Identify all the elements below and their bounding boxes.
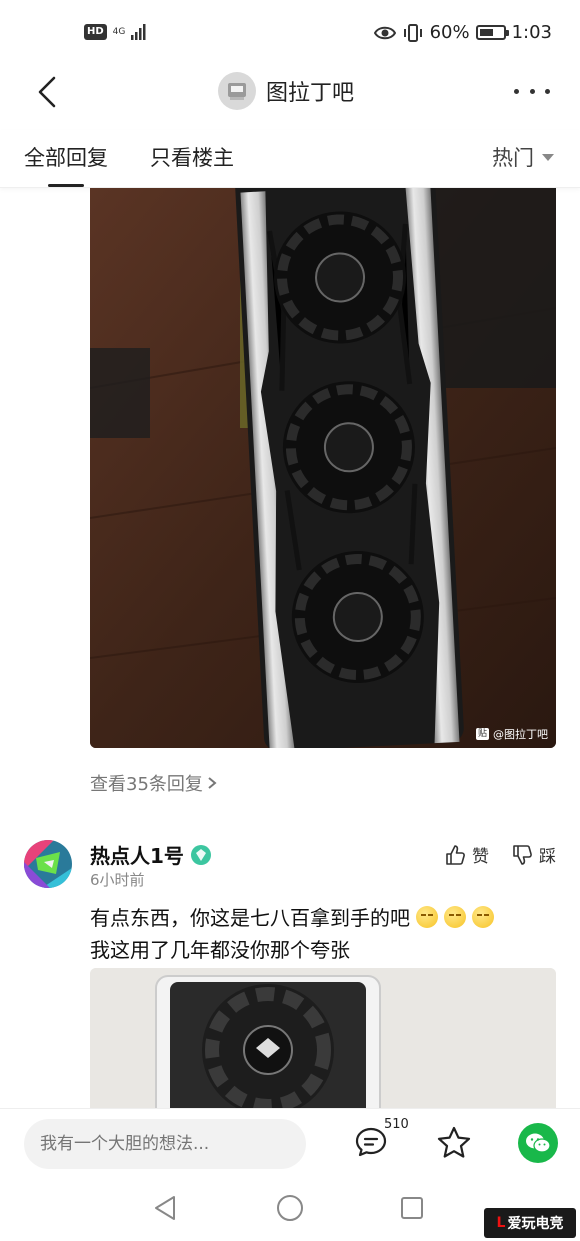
comments-button[interactable]: [354, 1125, 388, 1159]
comment-line-2: 我这用了几年都没你那个夸张: [90, 938, 350, 962]
reply-bar: 510: [0, 1108, 580, 1178]
graphics-card-photo: [90, 188, 556, 748]
comment-text: 有点东西，你这是七八百拿到手的吧 我这用了几年都没你那个夸张: [90, 902, 560, 966]
comment-author[interactable]: 热点人1号: [90, 840, 212, 869]
favorite-button[interactable]: [436, 1125, 472, 1161]
reply-tabs: 全部回复 只看楼主 热门: [0, 130, 580, 188]
like-label: 赞: [472, 847, 489, 867]
thumbs-up-icon: [446, 844, 465, 865]
tieba-mark: 贴: [475, 728, 489, 740]
post-image[interactable]: 贴 @图拉丁吧: [90, 188, 556, 748]
forum-logo-icon: [228, 83, 246, 100]
star-icon: [437, 1126, 471, 1158]
smile-emoji-icon: [416, 906, 438, 928]
wechat-icon: [526, 1133, 551, 1153]
site-watermark-logo: L 爱玩电竞: [484, 1208, 576, 1238]
status-left: HD 4G: [84, 24, 147, 40]
triangle-back-icon: [155, 1196, 175, 1220]
system-nav-bar: L 爱玩电竞: [0, 1180, 580, 1241]
comment-time: 6小时前: [90, 871, 145, 889]
reply-input[interactable]: [24, 1119, 306, 1169]
status-right: 60% 1:03: [373, 22, 552, 43]
hd-icon: HD: [84, 24, 107, 40]
nav-back-button[interactable]: [152, 1194, 178, 1226]
square-recents-icon: [401, 1197, 423, 1219]
more-dot: [545, 88, 550, 94]
comment-line-1: 有点东西，你这是七八百拿到手的吧: [90, 906, 410, 930]
tab-all-replies[interactable]: 全部回复: [24, 142, 108, 187]
image-watermark: 贴 @图拉丁吧: [475, 726, 548, 742]
chat-bubble-icon: [355, 1127, 387, 1157]
more-dot: [514, 88, 519, 94]
comment-actions: 赞 踩: [444, 842, 556, 867]
smile-emoji-icon: [472, 906, 494, 928]
smile-emoji-icon: [444, 906, 466, 928]
back-button[interactable]: [30, 74, 64, 110]
nav-home-button[interactable]: [276, 1194, 304, 1226]
graphics-card-photo: [90, 968, 556, 1118]
battery-percent: 60%: [429, 22, 470, 43]
battery-icon: [475, 25, 509, 40]
view-replies-label: 查看35条回复: [90, 774, 203, 795]
like-button[interactable]: 赞: [444, 842, 489, 867]
username: 热点人1号: [90, 844, 184, 868]
comment-image[interactable]: [90, 968, 556, 1118]
more-button[interactable]: [514, 78, 550, 104]
forum-header[interactable]: 图拉丁吧: [218, 72, 354, 110]
watermark-text: @图拉丁吧: [493, 728, 548, 741]
circle-home-icon: [277, 1195, 303, 1221]
comment-count: 510: [384, 1117, 409, 1132]
clock: 1:03: [511, 22, 552, 43]
forum-avatar: [218, 72, 256, 110]
dislike-label: 踩: [539, 847, 556, 867]
chevron-left-icon: [38, 76, 56, 108]
forum-name: 图拉丁吧: [266, 81, 355, 106]
signal-icon: [131, 24, 146, 40]
wechat-share-button[interactable]: [518, 1123, 558, 1163]
thumbs-down-icon: [513, 844, 532, 865]
nav-recents-button[interactable]: [400, 1196, 424, 1224]
view-replies-link[interactable]: 查看35条回复: [90, 770, 217, 796]
title-bar: 图拉丁吧: [0, 66, 580, 118]
dislike-button[interactable]: 踩: [511, 842, 556, 867]
vibrate-icon: [403, 23, 422, 42]
caret-down-icon: [542, 153, 554, 161]
eye-icon: [373, 26, 396, 39]
more-dot: [529, 88, 535, 94]
avatar[interactable]: [24, 840, 72, 888]
sort-label: 热门: [492, 146, 534, 170]
status-bar: HD 4G 60% 1:03: [0, 0, 580, 66]
verified-badge-icon: [190, 844, 211, 865]
sort-dropdown[interactable]: 热门: [492, 142, 554, 172]
chevron-right-icon: [208, 777, 217, 789]
avatar-image: [24, 840, 72, 888]
tab-owner-only[interactable]: 只看楼主: [150, 142, 234, 172]
network-type: 4G: [112, 26, 126, 37]
